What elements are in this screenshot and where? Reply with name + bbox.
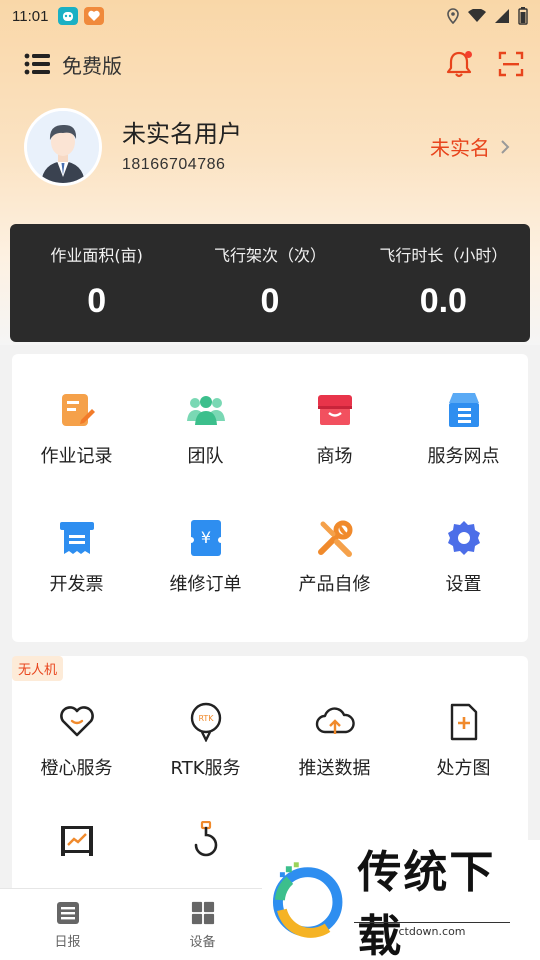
svg-text:¥: ¥ [200,528,210,547]
grid-label: 产品自修 [298,574,371,595]
grid-label: 橙心服务 [40,758,113,779]
grid-item-heart-service[interactable]: 橙心服务 [12,672,141,800]
notification-dot [465,51,472,58]
stat-value: 0 [260,282,280,320]
grid-item-push-data[interactable]: 推送数据 [270,672,399,800]
stat-label: 作业面积(亩) [50,246,143,265]
grid-label: 作业记录 [40,446,113,467]
stat-flight-count: 飞行架次（次） 0 [183,224,356,342]
location-icon [447,8,459,24]
team-icon [186,390,226,430]
device-icon [191,901,214,925]
invoice-icon [57,518,97,558]
watermark-url: ctdown.com [354,922,510,938]
chevron-right-icon [501,139,510,154]
grid-item-prescription-map[interactable]: 处方图 [399,672,528,800]
grid-label: 开发票 [49,574,104,595]
stat-flight-duration: 飞行时长（小时） 0.0 [357,224,530,342]
status-time: 11:01 [12,7,49,25]
nav-item-device[interactable]: 设备 [135,889,270,960]
notification-button[interactable] [446,50,472,78]
status-bar: 11:01 [0,0,540,32]
hook-icon [186,820,226,860]
prescription-map-icon [444,702,484,742]
stat-work-area: 作业面积(亩) 0 [10,224,183,342]
grid-item-repair-order[interactable]: ¥ 维修订单 [141,482,270,610]
cloud-upload-icon [315,702,355,742]
mall-icon [315,390,355,430]
grid-item-team[interactable]: 团队 [141,354,270,482]
grid-label: 维修订单 [169,574,242,595]
nav-item-daily-report[interactable]: 日报 [0,889,135,960]
watermark-text: 传统下载 [357,847,496,960]
wrench-icon [315,518,355,558]
stat-value: 0 [87,282,107,320]
grid-label: 商场 [316,446,353,467]
flight-log-icon [57,820,97,860]
user-name: 未实名用户 [122,120,242,148]
stat-label: 飞行架次（次） [213,246,326,265]
grid-item-task-record[interactable]: 作业记录 [12,354,141,482]
svg-text:RTK: RTK [198,714,214,723]
daily-report-icon [56,902,79,924]
grid-label: 处方图 [436,758,491,779]
watermark-logo-icon [272,862,343,938]
menu-list-icon[interactable] [24,53,50,75]
repair-order-icon: ¥ [186,518,226,558]
grid-item-settings[interactable]: 设置 [399,482,528,610]
top-header: 免费版 [24,46,524,82]
app-notification-icon-2 [84,7,105,25]
service-point-icon [444,390,484,430]
rtk-icon: RTK [186,702,226,742]
wifi-icon [468,9,486,22]
grid-item-rtk-service[interactable]: RTK RTK服务 [141,672,270,800]
grid-label: 团队 [187,446,224,467]
task-record-icon [57,390,97,430]
grid-label: RTK服务 [170,758,241,779]
grid-label: 设置 [445,574,482,595]
grid-label: 服务网点 [427,446,500,467]
nav-label: 日报 [54,935,81,950]
grid-item-invoice[interactable]: 开发票 [12,482,141,610]
grid-item-mall[interactable]: 商场 [270,354,399,482]
verify-status-label: 未实名 [430,136,490,160]
stat-value: 0.0 [419,282,467,320]
signal-icon [495,9,509,23]
flight-stats-panel: 作业面积(亩) 0 飞行架次（次） 0 飞行时长（小时） 0.0 [10,224,530,342]
app-notification-icon [58,7,79,25]
services-card: 作业记录 团队 商场 服务网点 开发票 ¥ 维修订单 产品自修 设置 [12,354,528,642]
gear-icon [444,518,484,558]
edition-label[interactable]: 免费版 [62,50,122,79]
grid-item-service-point[interactable]: 服务网点 [399,354,528,482]
grid-label: 推送数据 [298,758,371,779]
verify-identity-link[interactable]: 未实名 [430,132,510,161]
user-phone: 18166704786 [122,156,226,173]
battery-icon [518,7,528,25]
grid-item-self-repair[interactable]: 产品自修 [270,482,399,610]
scan-icon[interactable] [498,51,524,77]
nav-label: 设备 [189,935,216,950]
section-tag-drone: 无人机 [12,656,64,681]
watermark-overlay: 传统下载 ctdown.com [262,840,540,960]
heart-service-icon [57,702,97,742]
stat-label: 飞行时长（小时） [379,246,508,265]
avatar[interactable] [24,108,102,186]
